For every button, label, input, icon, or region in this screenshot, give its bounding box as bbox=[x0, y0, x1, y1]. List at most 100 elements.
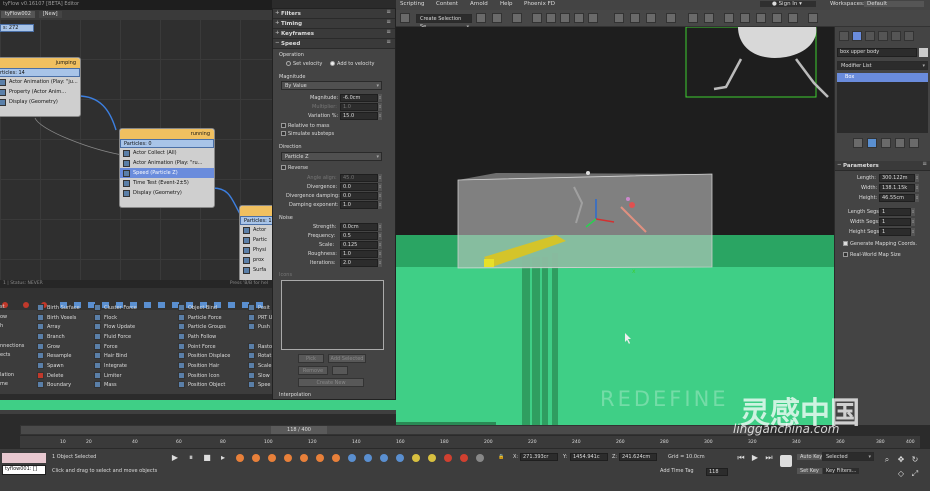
generate-mapping-checkbox[interactable]: Generate Mapping Coords. bbox=[843, 241, 917, 247]
y-coordinate-field[interactable]: 1454.941c bbox=[570, 453, 608, 461]
strength-field[interactable]: 0.0cm bbox=[340, 223, 378, 231]
operator-speed[interactable]: Speed (Particle Z) bbox=[120, 168, 214, 178]
pan-icon[interactable]: ✥ bbox=[896, 455, 906, 465]
maximize-viewport-icon[interactable]: ⤢ bbox=[910, 469, 920, 479]
layer-icon[interactable] bbox=[532, 13, 542, 23]
height-spinner[interactable]: ⇕ bbox=[915, 194, 919, 202]
scene-explorer-icon[interactable] bbox=[546, 13, 556, 23]
depot-item-fluid-force[interactable]: Fluid Force bbox=[94, 333, 131, 340]
depot-item-spawn[interactable]: Spawn bbox=[37, 362, 64, 369]
frequency-spinner[interactable]: ⇕ bbox=[378, 232, 382, 240]
step-icon[interactable]: ▸ bbox=[218, 453, 228, 463]
magnitude-spinner[interactable]: ⇕ bbox=[378, 94, 382, 102]
stop-icon[interactable]: ■ bbox=[202, 453, 212, 463]
depot-item-cluster-force[interactable]: Cluster Force bbox=[94, 304, 137, 311]
orbit-icon[interactable]: ↻ bbox=[910, 455, 920, 465]
depot-item-integrate[interactable]: Integrate bbox=[94, 362, 127, 369]
magnitude-type-dropdown[interactable]: By Value bbox=[281, 81, 382, 90]
object-color-swatch[interactable] bbox=[919, 48, 928, 57]
icons-list-box[interactable] bbox=[281, 280, 384, 350]
direction-type-dropdown[interactable]: Particle Z bbox=[281, 152, 382, 161]
create-new-button[interactable]: Create New bbox=[298, 378, 364, 387]
scale-spinner[interactable]: ⇕ bbox=[378, 241, 382, 249]
z-coordinate-field[interactable]: 241.624cm bbox=[619, 453, 657, 461]
width-segs-spinner[interactable]: ⇕ bbox=[911, 218, 915, 226]
angle-align-spinner[interactable]: ⇕ bbox=[378, 174, 382, 182]
rollout-parameters[interactable]: − Parameters bbox=[835, 161, 930, 171]
height-field[interactable]: 46.55cm bbox=[879, 194, 915, 202]
depot-item-hair-bind[interactable]: Hair Bind bbox=[94, 352, 127, 359]
depot-item-resample[interactable]: Resample bbox=[37, 352, 72, 359]
event-jumping[interactable]: jumping rticles: 14 Actor Animation (Pla… bbox=[0, 57, 81, 117]
operator-property[interactable]: Property (Actor Anim... bbox=[0, 87, 80, 97]
pause-icon[interactable]: ⏸ bbox=[186, 453, 196, 463]
remove-modifier-icon[interactable] bbox=[895, 138, 905, 148]
phoenix-sim-icon[interactable] bbox=[740, 13, 750, 23]
menu-phoenix-fd[interactable]: Phoenix FD bbox=[524, 1, 555, 7]
depot-item-branch[interactable]: Branch bbox=[37, 333, 65, 340]
hierarchy-tab-icon[interactable] bbox=[865, 31, 875, 41]
damping-exponent-spinner[interactable]: ⇕ bbox=[378, 201, 382, 209]
utilities-tab-icon[interactable] bbox=[904, 31, 914, 41]
go-to-start-icon[interactable]: ⏮ bbox=[736, 453, 746, 463]
relative-to-mass-checkbox[interactable]: Relative to mass bbox=[281, 123, 330, 129]
create-tab-icon[interactable] bbox=[839, 31, 849, 41]
divergence-spinner[interactable]: ⇕ bbox=[378, 183, 382, 191]
roughness-spinner[interactable]: ⇕ bbox=[378, 250, 382, 258]
set-key-button[interactable]: Set Key bbox=[797, 468, 822, 474]
make-unique-icon[interactable] bbox=[881, 138, 891, 148]
real-world-map-size-checkbox[interactable]: Real-World Map Size bbox=[843, 252, 901, 258]
mirror-tool-icon[interactable] bbox=[492, 13, 502, 23]
render-frame-icon[interactable] bbox=[630, 13, 640, 23]
depot-item[interactable]: st bbox=[0, 304, 5, 310]
variation-field[interactable]: 15.0 bbox=[340, 112, 378, 120]
modifier-stack[interactable]: Box bbox=[837, 73, 928, 133]
depot-item-position-displace[interactable]: Position Displace bbox=[178, 352, 230, 359]
menu-help[interactable]: Help bbox=[500, 1, 513, 7]
menu-content[interactable]: Content bbox=[436, 1, 458, 7]
depot-item-flock[interactable]: Flock bbox=[94, 314, 117, 321]
menu-arnold[interactable]: Arnold bbox=[470, 1, 488, 7]
depot-item-particle-groups[interactable]: Particle Groups bbox=[178, 323, 226, 330]
depot-item[interactable]: Scale bbox=[248, 362, 271, 369]
teapot-render-icon[interactable] bbox=[666, 13, 676, 23]
depot-item-position-hair[interactable]: Position Hair bbox=[178, 362, 219, 369]
remove-all-button[interactable] bbox=[332, 366, 348, 375]
phoenix-toolbar-icons[interactable] bbox=[234, 452, 494, 464]
current-frame-field[interactable]: 118 bbox=[706, 468, 728, 476]
render-icon[interactable] bbox=[646, 13, 656, 23]
workspaces-dropdown[interactable]: Default bbox=[864, 1, 924, 7]
depot-item[interactable]: Spee bbox=[248, 381, 271, 388]
arnold-render-icon[interactable] bbox=[688, 13, 698, 23]
perspective-viewport[interactable]: x bbox=[396, 27, 834, 425]
divergence-damping-field[interactable]: 0.0 bbox=[340, 192, 378, 200]
graph-editor-icon[interactable] bbox=[560, 13, 570, 23]
maxscript-mini-listener[interactable] bbox=[2, 453, 46, 463]
divergence-damping-spinner[interactable]: ⇕ bbox=[378, 192, 382, 200]
damping-exponent-field[interactable]: 1.0 bbox=[340, 201, 378, 209]
phoenix-fire-icon[interactable] bbox=[772, 13, 782, 23]
go-to-end-icon[interactable]: ⏭ bbox=[764, 453, 774, 463]
pick-button[interactable]: Pick bbox=[298, 354, 324, 363]
operator-actor-collect[interactable]: Actor Collect (All) bbox=[120, 148, 214, 158]
align-icon[interactable] bbox=[512, 13, 522, 23]
depot-item[interactable]: h bbox=[0, 323, 3, 329]
depot-item-force[interactable]: Force bbox=[94, 343, 118, 350]
add-selected-button[interactable]: Add Selected bbox=[328, 354, 366, 363]
operator-display[interactable]: Display (Geometry) bbox=[120, 188, 214, 198]
named-sets-icon[interactable] bbox=[476, 13, 486, 23]
sign-in-button[interactable]: ● Sign In ▾ bbox=[760, 1, 816, 7]
depot-item[interactable]: nnections bbox=[0, 343, 24, 349]
reverse-checkbox[interactable]: Reverse bbox=[281, 165, 308, 171]
frequency-field[interactable]: 0.5 bbox=[340, 232, 378, 240]
simulate-substeps-checkbox[interactable]: Simulate substeps bbox=[281, 131, 334, 137]
depot-item-mass[interactable]: Mass bbox=[94, 381, 117, 388]
depot-item-position-object[interactable]: Position Object bbox=[178, 381, 225, 388]
rollout-keyframes[interactable]: + Keyframes bbox=[273, 29, 395, 39]
key-filters-button[interactable]: Key Filters... bbox=[823, 468, 860, 474]
depot-item-object-bind[interactable]: Object Bind bbox=[178, 304, 217, 311]
divergence-field[interactable]: 0.0 bbox=[340, 183, 378, 191]
angle-align-field[interactable]: 45.0 bbox=[340, 174, 378, 182]
depot-item[interactable]: ow bbox=[0, 314, 7, 320]
time-slider-thumb[interactable]: 118 / 400 bbox=[271, 426, 327, 434]
